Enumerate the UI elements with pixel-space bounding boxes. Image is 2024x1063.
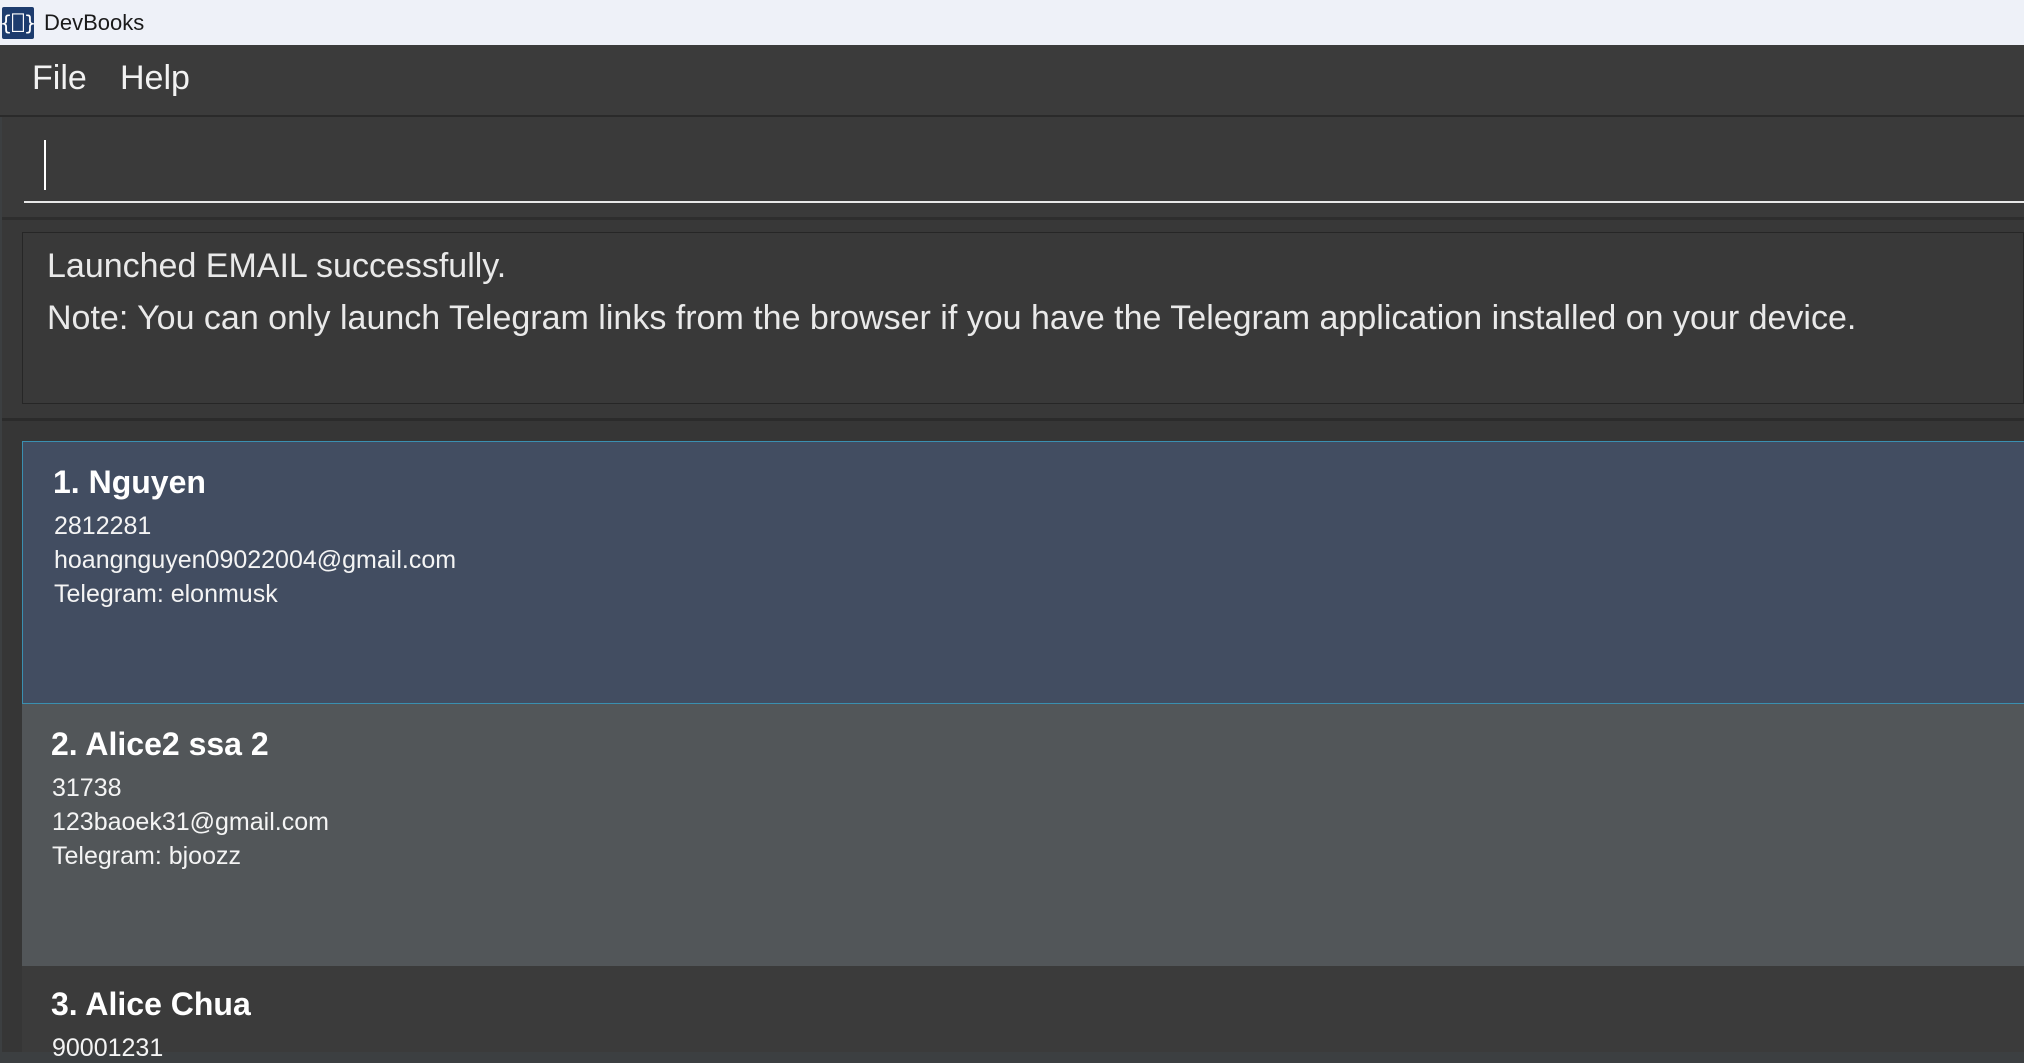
book-icon: {⎕} — [0, 6, 36, 39]
result-message-line-1: Launched EMAIL successfully. — [47, 247, 507, 285]
result-message-line-2: Note: You can only launch Telegram links… — [47, 299, 1857, 337]
title-bar: {⎕} DevBooks — [0, 0, 2024, 45]
person-email: 123baoek31@gmail.com — [52, 808, 329, 836]
person-email: hoangnguyen09022004@gmail.com — [54, 546, 457, 574]
menu-bar: File Help — [0, 45, 2024, 117]
person-name: 1. Nguyen — [53, 464, 206, 500]
person-telegram: Telegram: elonmusk — [54, 580, 278, 608]
window-title: DevBooks — [44, 9, 145, 35]
person-name: 3. Alice Chua — [51, 986, 251, 1022]
menu-file[interactable]: File — [32, 59, 87, 98]
person-phone: 31738 — [52, 774, 122, 802]
person-phone: 2812281 — [54, 512, 152, 540]
command-input[interactable] — [24, 139, 2024, 203]
menu-help[interactable]: Help — [120, 59, 190, 98]
result-display-container: Launched EMAIL successfully. Note: You c… — [2, 220, 2024, 421]
person-list[interactable]: 1. Nguyen 2812281 hoangnguyen09022004@gm… — [2, 421, 2024, 1062]
person-phone: 90001231 — [52, 1034, 164, 1062]
result-display: Launched EMAIL successfully. Note: You c… — [22, 232, 2024, 404]
person-name: 2. Alice2 ssa 2 — [51, 726, 269, 762]
person-telegram: Telegram: bjoozz — [52, 842, 241, 870]
text-caret — [44, 140, 46, 190]
person-card[interactable]: 2. Alice2 ssa 2 31738 123baoek31@gmail.c… — [22, 704, 2024, 966]
person-card[interactable]: 1. Nguyen 2812281 hoangnguyen09022004@gm… — [22, 441, 2024, 704]
person-card[interactable]: 3. Alice Chua 90001231 — [22, 966, 2024, 1062]
command-box-container — [2, 117, 2024, 220]
